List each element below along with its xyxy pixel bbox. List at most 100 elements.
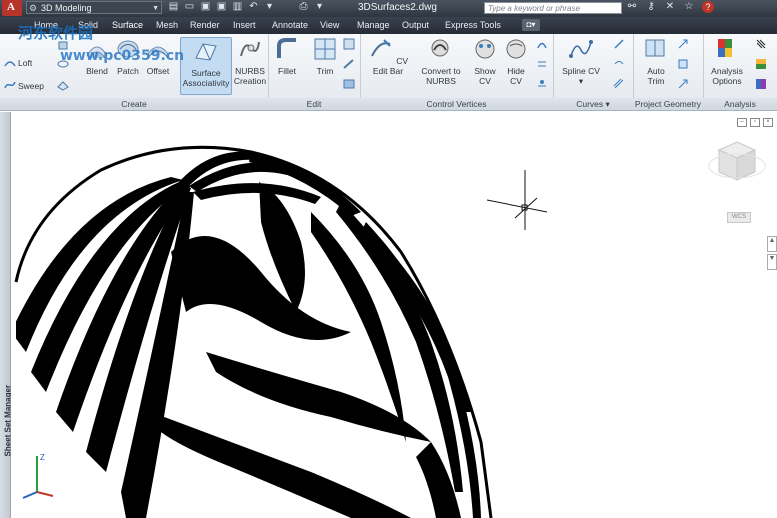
watermark-url: www.pc0359.cn: [60, 48, 185, 64]
hide-cv-button[interactable]: Hide CV: [501, 36, 531, 86]
curvature-analysis-icon[interactable]: [755, 58, 767, 70]
redo-icon[interactable]: ▾: [264, 1, 275, 13]
show-cv-label-1: Show: [474, 66, 496, 76]
ribbon-toggle-icon[interactable]: ◘▾: [522, 19, 540, 31]
surface-associativity-icon: [195, 43, 217, 61]
workspace-select[interactable]: ⚙ 3D Modeling ▼: [26, 1, 162, 14]
curve-extract-icon[interactable]: [613, 38, 625, 50]
print-icon[interactable]: ⎙: [298, 1, 309, 13]
blend-label: Blend: [86, 66, 108, 76]
draft-analysis-icon[interactable]: [755, 78, 767, 90]
convert-to-nurbs-button[interactable]: Convert to NURBS: [418, 36, 464, 86]
plot-icon[interactable]: ▥: [232, 1, 243, 13]
panel-control-vertices-title[interactable]: Control Vertices: [360, 98, 553, 110]
drawing-viewport[interactable]: 河东软件园 WCS ▲ ▼ Z: [11, 112, 777, 518]
open-folder-icon[interactable]: ▤: [168, 1, 179, 13]
undo-icon[interactable]: ↶: [248, 1, 259, 13]
exchange-icon[interactable]: ✕: [664, 1, 676, 13]
panel-analysis: Analysis Options Analysis: [703, 34, 777, 110]
trim-button[interactable]: Trim: [310, 36, 340, 76]
show-cv-button[interactable]: Show CV: [470, 36, 500, 86]
spline-cv-button[interactable]: Spline CV ▾: [559, 36, 603, 86]
auto-trim-button[interactable]: Auto Trim: [641, 36, 671, 86]
sheet-set-manager-tab[interactable]: Sheet Set Manager: [0, 112, 13, 518]
ribbon: Loft Sweep Blend Patch Offset Surface As…: [0, 34, 777, 111]
panel-curves-title[interactable]: Curves ▾: [553, 98, 633, 110]
binoculars-icon[interactable]: ⚯: [626, 1, 638, 13]
qat-dropdown-icon[interactable]: ▾: [314, 1, 325, 13]
surface-associativity-button[interactable]: Surface Associativity: [180, 37, 232, 95]
tab-view[interactable]: View: [320, 20, 339, 30]
analysis-options-button[interactable]: Analysis Options: [707, 36, 747, 86]
panel-edit-title[interactable]: Edit: [268, 98, 360, 110]
loft-label[interactable]: Loft: [18, 58, 32, 68]
cv-edit-bar-icon: [371, 39, 391, 57]
rebuild-icon[interactable]: [536, 78, 548, 90]
cv-edit-bar-button[interactable]: CV Edit Bar: [364, 36, 412, 76]
zebra-surface-render: [14, 145, 493, 518]
help-icon[interactable]: ?: [702, 1, 714, 13]
project-ucs-icon[interactable]: [677, 38, 689, 50]
tab-manage[interactable]: Manage: [357, 20, 390, 30]
save-as-icon[interactable]: ▣: [216, 1, 227, 13]
viewport-restore-icon[interactable]: ▫: [750, 118, 760, 127]
wcs-menu-button[interactable]: WCS: [727, 212, 751, 223]
sweep-icon[interactable]: [4, 79, 16, 91]
open-file-icon[interactable]: ▭: [184, 1, 195, 13]
untrim-icon[interactable]: [343, 38, 355, 50]
curve-intersect-icon[interactable]: [613, 58, 625, 70]
save-icon[interactable]: ▣: [200, 1, 211, 13]
tab-render[interactable]: Render: [190, 20, 220, 30]
fillet-label: Fillet: [278, 66, 296, 76]
surface-associativity-label-1: Surface: [191, 68, 221, 78]
tab-mesh[interactable]: Mesh: [156, 20, 178, 30]
sweep-label[interactable]: Sweep: [18, 81, 44, 91]
tab-insert[interactable]: Insert: [233, 20, 256, 30]
tab-surface[interactable]: Surface: [112, 20, 143, 30]
key-icon[interactable]: ⚷: [645, 1, 657, 13]
sculpt-icon[interactable]: [343, 78, 355, 90]
viewport-close-icon[interactable]: ×: [763, 118, 773, 127]
curve-offset-icon[interactable]: [613, 78, 625, 90]
convert-label-1: Convert to: [421, 66, 461, 76]
trim-label: Trim: [316, 66, 334, 76]
remove-cv-icon[interactable]: [536, 58, 548, 70]
scroll-down-arrow-icon[interactable]: ▼: [767, 254, 777, 270]
show-cv-icon: [475, 39, 495, 59]
viewcube-icon[interactable]: [707, 132, 767, 222]
title-bar-tools: ⚯ ⚷ ✕ ☆ ?: [626, 1, 714, 13]
nurbs-creation-button[interactable]: NURBS Creation: [233, 36, 267, 86]
tab-output[interactable]: Output: [402, 20, 429, 30]
panel-project-geometry-title[interactable]: Project Geometry: [633, 98, 703, 110]
auto-trim-icon: [645, 39, 665, 57]
planar-icon[interactable]: [57, 79, 69, 91]
ribbon-tab-bar: Home Solid Surface Mesh Render Insert An…: [0, 17, 777, 34]
panel-edit: Fillet Trim Edit: [268, 34, 361, 110]
fillet-button[interactable]: Fillet: [272, 36, 302, 76]
nurbs-label-2: Creation: [233, 76, 267, 86]
viewport-window-controls: – ▫ ×: [737, 118, 773, 127]
application-menu-button[interactable]: A: [2, 0, 22, 16]
scroll-up-arrow-icon[interactable]: ▲: [767, 236, 777, 252]
loft-icon[interactable]: [4, 56, 16, 68]
project-vector-icon[interactable]: [677, 78, 689, 90]
hide-cv-label-1: Hide: [507, 66, 525, 76]
tab-express-tools[interactable]: Express Tools: [445, 20, 501, 30]
add-cv-icon[interactable]: [536, 38, 548, 50]
convert-label-2: NURBS: [426, 76, 456, 86]
extend-icon[interactable]: [343, 58, 355, 70]
search-input[interactable]: Type a keyword or phrase: [484, 2, 622, 14]
zebra-stripes: [16, 147, 491, 518]
panel-analysis-title[interactable]: Analysis: [703, 98, 777, 110]
project-view-icon[interactable]: [677, 58, 689, 70]
star-icon[interactable]: ☆: [683, 1, 695, 13]
viewport-minimize-icon[interactable]: –: [737, 118, 747, 127]
panel-project-geometry: Auto Trim Project Geometry: [633, 34, 704, 110]
panel-create-title[interactable]: Create: [0, 98, 268, 110]
panel-control-vertices: CV Edit Bar Convert to NURBS Show CV Hid…: [360, 34, 554, 110]
tab-annotate[interactable]: Annotate: [272, 20, 308, 30]
surface-associativity-label-2: Associativity: [182, 78, 230, 88]
spline-cv-dropdown-icon[interactable]: ▾: [579, 76, 583, 86]
spline-cv-icon: [569, 40, 593, 58]
zebra-analysis-icon[interactable]: [755, 38, 767, 50]
